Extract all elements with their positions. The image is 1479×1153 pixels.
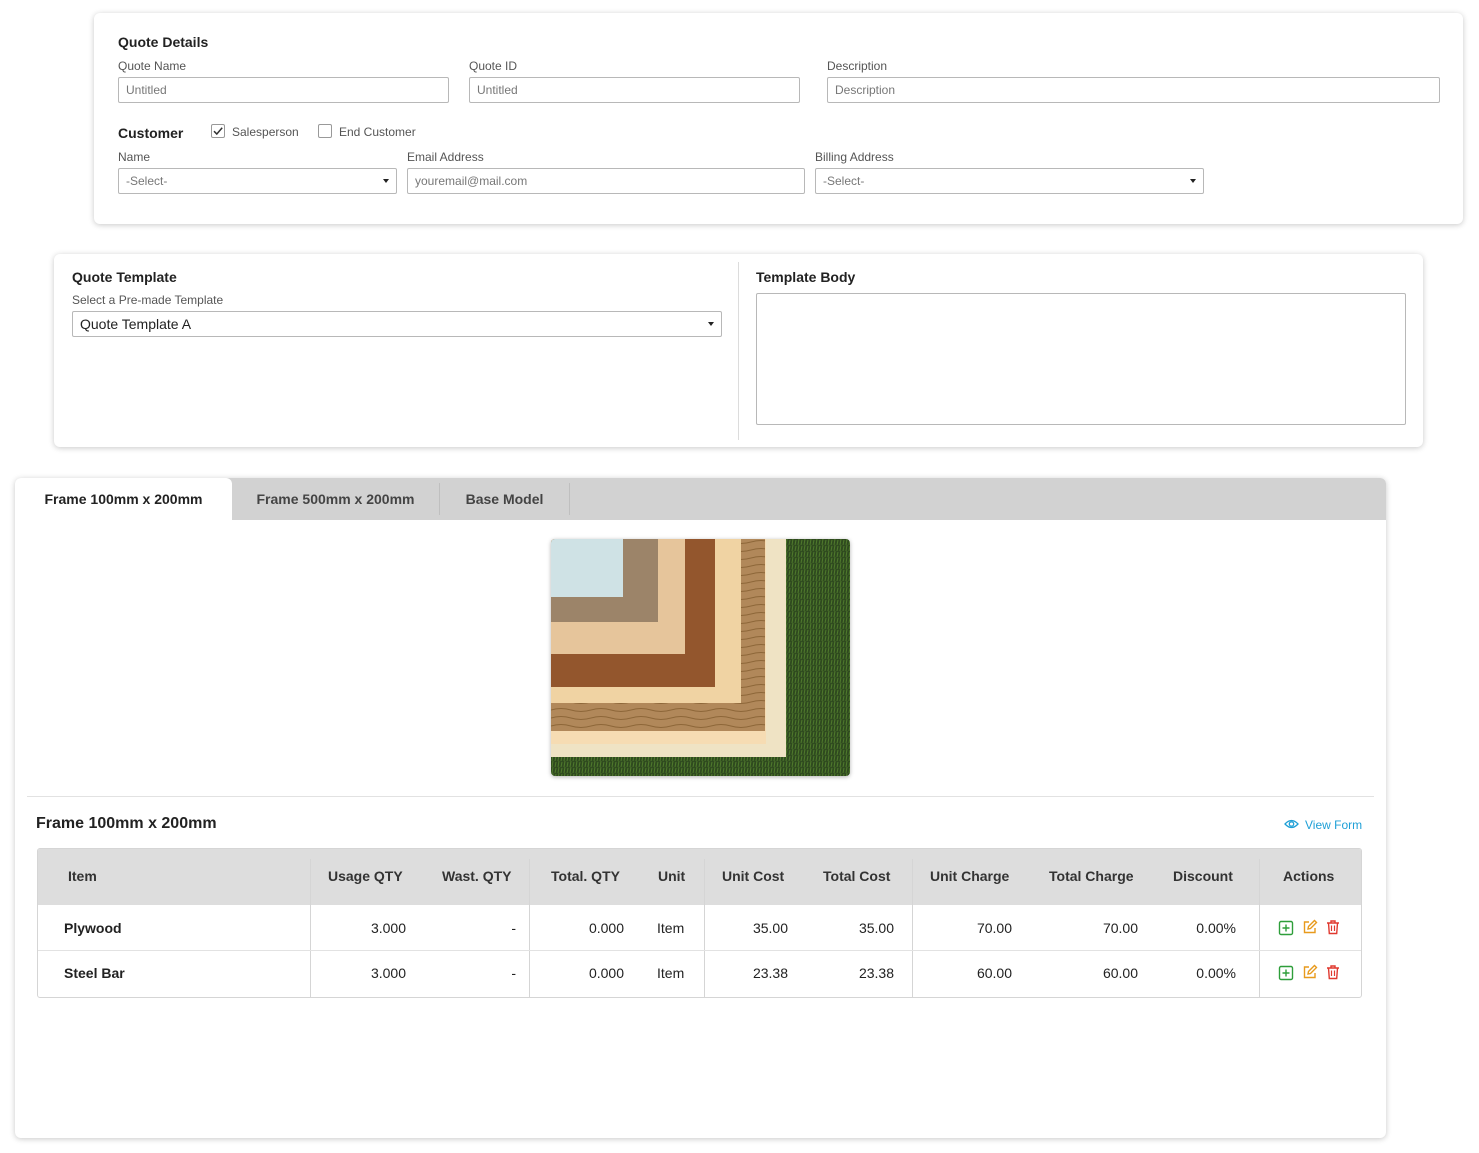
view-form-label: View Form	[1305, 818, 1363, 832]
add-icon[interactable]	[1278, 965, 1294, 981]
end-customer-checkbox[interactable]	[318, 124, 332, 138]
cell-total-charge: 70.00	[1102, 920, 1138, 936]
cell-unit-charge: 70.00	[976, 920, 1012, 936]
delete-icon[interactable]	[1325, 964, 1341, 980]
column-divider	[738, 262, 739, 440]
header-wast-qty: Wast. QTY	[442, 868, 512, 884]
add-icon[interactable]	[1278, 920, 1294, 936]
table-row: Steel Bar 3.000 - 0.000 Item 23.38 23.38…	[38, 950, 1361, 996]
header-total-qty: Total. QTY	[551, 868, 620, 884]
edit-icon[interactable]	[1302, 964, 1318, 980]
tab-base-model[interactable]: Base Model	[440, 478, 569, 520]
section-title: Frame 100mm x 200mm	[36, 815, 217, 832]
cell-wast-qty: -	[511, 965, 516, 981]
email-input[interactable]: youremail@mail.com	[407, 168, 805, 194]
description-label: Description	[827, 59, 888, 73]
billing-address-value: -Select-	[823, 174, 865, 188]
header-actions: Actions	[1283, 868, 1335, 884]
quote-id-input[interactable]: Untitled	[469, 77, 800, 103]
customer-title: Customer	[118, 125, 184, 141]
dropdown-arrow-icon	[1190, 179, 1196, 183]
cell-discount: 0.00%	[1196, 965, 1236, 981]
cell-unit-cost: 35.00	[752, 920, 788, 936]
cell-usage-qty: 3.000	[370, 965, 406, 981]
cell-unit-cost: 23.38	[752, 965, 788, 981]
table-header: Item Usage QTY Wast. QTY Total. QTY Unit…	[38, 849, 1361, 905]
tab-frame-500x200[interactable]: Frame 500mm x 200mm	[232, 478, 439, 520]
quote-id-label: Quote ID	[469, 59, 518, 73]
header-item: Item	[68, 868, 97, 884]
header-unit: Unit	[658, 868, 686, 884]
customer-name-label: Name	[118, 150, 151, 164]
cell-item: Steel Bar	[64, 965, 125, 981]
cell-total-charge: 60.00	[1102, 965, 1138, 981]
cell-total-cost: 23.38	[858, 965, 894, 981]
customer-name-select[interactable]: -Select-	[118, 168, 397, 194]
header-total-cost: Total Cost	[823, 868, 891, 884]
end-customer-label: End Customer	[339, 125, 416, 139]
table-row: Plywood 3.000 - 0.000 Item 35.00 35.00 7…	[38, 905, 1361, 951]
header-total-charge: Total Charge	[1049, 868, 1134, 884]
cell-wast-qty: -	[511, 920, 516, 936]
cell-unit-charge: 60.00	[976, 965, 1012, 981]
cell-total-qty: 0.000	[588, 920, 624, 936]
items-panel: Frame 100mm x 200mm Frame 500mm x 200mm …	[15, 478, 1386, 1138]
cell-item: Plywood	[64, 920, 122, 936]
tab-bar: Frame 100mm x 200mm Frame 500mm x 200mm …	[15, 478, 1386, 520]
cell-unit: Item	[657, 920, 685, 936]
billing-address-label: Billing Address	[815, 150, 894, 164]
description-input[interactable]: Description	[827, 77, 1440, 103]
product-image	[551, 539, 850, 776]
cell-total-qty: 0.000	[588, 965, 624, 981]
cell-usage-qty: 3.000	[370, 920, 406, 936]
tab-divider	[569, 483, 570, 515]
header-discount: Discount	[1173, 868, 1233, 884]
quote-details-title: Quote Details	[118, 34, 209, 50]
template-body-title: Template Body	[756, 269, 856, 285]
checkmark-icon	[213, 127, 223, 136]
header-usage-qty: Usage QTY	[328, 868, 403, 884]
divider	[27, 796, 1374, 797]
salesperson-checkbox[interactable]	[211, 124, 225, 138]
header-unit-cost: Unit Cost	[722, 868, 785, 884]
billing-address-select[interactable]: -Select-	[815, 168, 1204, 194]
customer-name-value: -Select-	[126, 174, 168, 188]
template-select-value: Quote Template A	[80, 316, 192, 332]
edit-icon[interactable]	[1302, 919, 1318, 935]
eye-icon	[1284, 819, 1299, 829]
cell-total-cost: 35.00	[858, 920, 894, 936]
quote-name-input[interactable]: Untitled	[118, 77, 449, 103]
quote-template-title: Quote Template	[72, 269, 177, 285]
template-select-label: Select a Pre-made Template	[72, 293, 224, 307]
delete-icon[interactable]	[1325, 919, 1341, 935]
quote-name-label: Quote Name	[118, 59, 187, 73]
email-label: Email Address	[407, 150, 484, 164]
quote-details-card: Quote Details Quote Name Untitled Quote …	[94, 13, 1463, 224]
template-body-textarea[interactable]	[756, 293, 1406, 425]
quote-template-card: Quote Template Select a Pre-made Templat…	[54, 254, 1423, 447]
template-select[interactable]: Quote Template A	[72, 311, 722, 337]
salesperson-label: Salesperson	[232, 125, 299, 139]
tab-frame-100x200[interactable]: Frame 100mm x 200mm	[15, 478, 232, 520]
cell-unit: Item	[657, 965, 685, 981]
dropdown-arrow-icon	[708, 322, 714, 326]
items-table: Item Usage QTY Wast. QTY Total. QTY Unit…	[37, 848, 1362, 998]
dropdown-arrow-icon	[383, 179, 389, 183]
cell-discount: 0.00%	[1196, 920, 1236, 936]
header-unit-charge: Unit Charge	[930, 868, 1010, 884]
